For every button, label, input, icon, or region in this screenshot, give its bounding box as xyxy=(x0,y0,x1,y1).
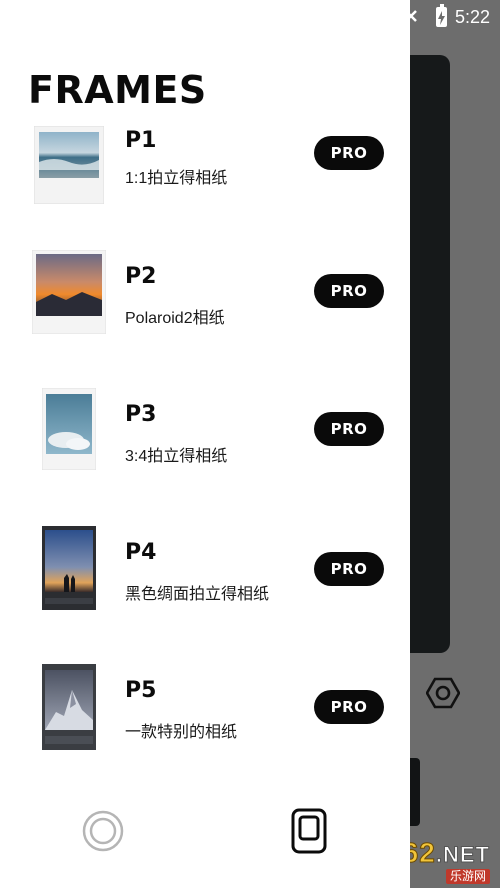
frame-item-p5[interactable]: P5 一款特别的相纸 PRO xyxy=(0,664,410,764)
battery-charging-icon xyxy=(435,4,447,27)
frame-item-p1[interactable]: P1 1:1拍立得相纸 PRO xyxy=(0,118,410,218)
frame-name: P2 xyxy=(125,264,157,289)
pro-badge[interactable]: PRO xyxy=(314,274,384,308)
pro-badge[interactable]: PRO xyxy=(314,412,384,446)
watermark-brand-suffix: .NET xyxy=(435,841,490,867)
watermark-sub: 乐游网 xyxy=(445,868,490,884)
camera-shutter-icon[interactable] xyxy=(82,810,124,852)
frame-desc: 3:4拍立得相纸 xyxy=(125,448,228,465)
pro-badge[interactable]: PRO xyxy=(314,690,384,724)
frame-name: P4 xyxy=(125,540,157,565)
frame-name: P5 xyxy=(125,678,157,703)
frame-name: P3 xyxy=(125,402,157,427)
couple-sunset-photo xyxy=(42,526,96,610)
mountain-peak-photo xyxy=(42,664,96,750)
status-time: 5:22 xyxy=(454,6,490,27)
bottom-nav xyxy=(0,790,410,880)
hexagon-nut-icon[interactable] xyxy=(426,676,460,710)
frame-desc: 1:1拍立得相纸 xyxy=(125,170,228,187)
status-bar: 5:22 xyxy=(405,0,500,34)
frame-item-p4[interactable]: P4 黑色绸面拍立得相纸 PRO xyxy=(0,526,410,626)
frame-desc: 黑色绸面拍立得相纸 xyxy=(125,586,270,603)
sunset-mountains-photo xyxy=(32,250,106,334)
frame-item-p3[interactable]: P3 3:4拍立得相纸 PRO xyxy=(0,388,410,488)
pro-badge[interactable]: PRO xyxy=(314,136,384,170)
frames-icon[interactable] xyxy=(291,808,327,854)
frame-desc: Polaroid2相纸 xyxy=(125,310,225,327)
frame-desc: 一款特别的相纸 xyxy=(125,724,238,741)
pro-badge[interactable]: PRO xyxy=(314,552,384,586)
ocean-waves-photo xyxy=(34,126,104,204)
sky-clouds-photo xyxy=(42,388,96,470)
frame-name: P1 xyxy=(125,128,157,153)
frame-item-p2[interactable]: P2 Polaroid2相纸 PRO xyxy=(0,250,410,350)
frames-drawer: FRAMES P1 1:1拍立得相纸 PRO P2 Polaroid2相纸 PR… xyxy=(0,0,410,888)
drawer-title: FRAMES xyxy=(28,68,207,112)
